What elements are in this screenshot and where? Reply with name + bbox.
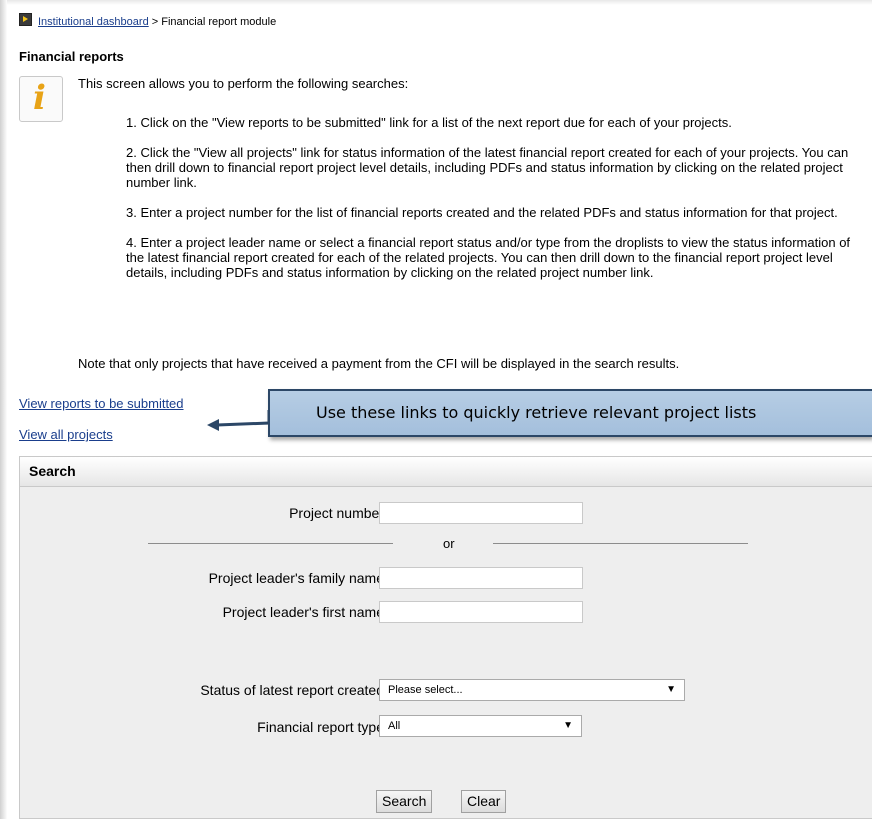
view-all-projects-link[interactable]: View all projects: [19, 427, 113, 442]
breadcrumb-institutional-dashboard-link[interactable]: Institutional dashboard: [38, 16, 149, 28]
info-step: 1. Click on the "View reports to be subm…: [126, 115, 732, 130]
callout-text: Use these links to quickly retrieve rele…: [316, 403, 757, 422]
info-step: 3. Enter a project number for the list o…: [126, 205, 838, 220]
info-intro: This screen allows you to perform the fo…: [78, 76, 409, 91]
family-name-input[interactable]: [379, 567, 583, 589]
callout-box: Use these links to quickly retrieve rele…: [268, 389, 872, 437]
info-steps: 1. Click on the "View reports to be subm…: [126, 115, 866, 295]
breadcrumb-current: Financial report module: [161, 16, 277, 28]
breadcrumb: Institutional dashboard > Financial repo…: [19, 13, 276, 29]
project-number-input[interactable]: [379, 502, 583, 524]
info-step: 2. Click the "View all projects" link fo…: [126, 145, 849, 190]
search-panel: Search Project number or Project leader'…: [19, 456, 872, 819]
report-type-select[interactable]: All ▼: [379, 715, 582, 737]
frame-top-shadow: [0, 0, 872, 5]
divider-left: [148, 543, 393, 544]
info-step: 4. Enter a project leader name or select…: [126, 235, 851, 280]
frame-left-shadow: [0, 0, 7, 819]
info-note: Note that only projects that have receiv…: [78, 356, 680, 371]
info-icon: i: [19, 76, 63, 122]
report-type-select-value: All: [388, 720, 401, 732]
view-reports-to-be-submitted-link[interactable]: View reports to be submitted: [19, 396, 184, 411]
status-select[interactable]: Please select... ▼: [379, 679, 685, 701]
page-title: Financial reports: [19, 49, 124, 64]
dropdown-arrow-icon: ▼: [563, 720, 573, 731]
or-label: or: [443, 536, 455, 551]
search-button[interactable]: Search: [376, 790, 433, 813]
first-name-label: Project leader's first name: [222, 604, 384, 620]
play-arrow-icon: [19, 13, 32, 26]
project-number-label: Project number: [289, 505, 384, 521]
dropdown-arrow-icon: ▼: [666, 684, 676, 695]
status-label: Status of latest report created: [200, 682, 384, 698]
clear-button[interactable]: Clear: [461, 790, 507, 813]
family-name-label: Project leader's family name: [208, 570, 384, 586]
search-panel-header: Search: [20, 457, 872, 487]
first-name-input[interactable]: [379, 601, 583, 623]
status-select-value: Please select...: [388, 684, 463, 696]
divider-right: [493, 543, 748, 544]
report-type-label: Financial report type: [257, 719, 384, 735]
breadcrumb-separator: >: [151, 16, 159, 28]
